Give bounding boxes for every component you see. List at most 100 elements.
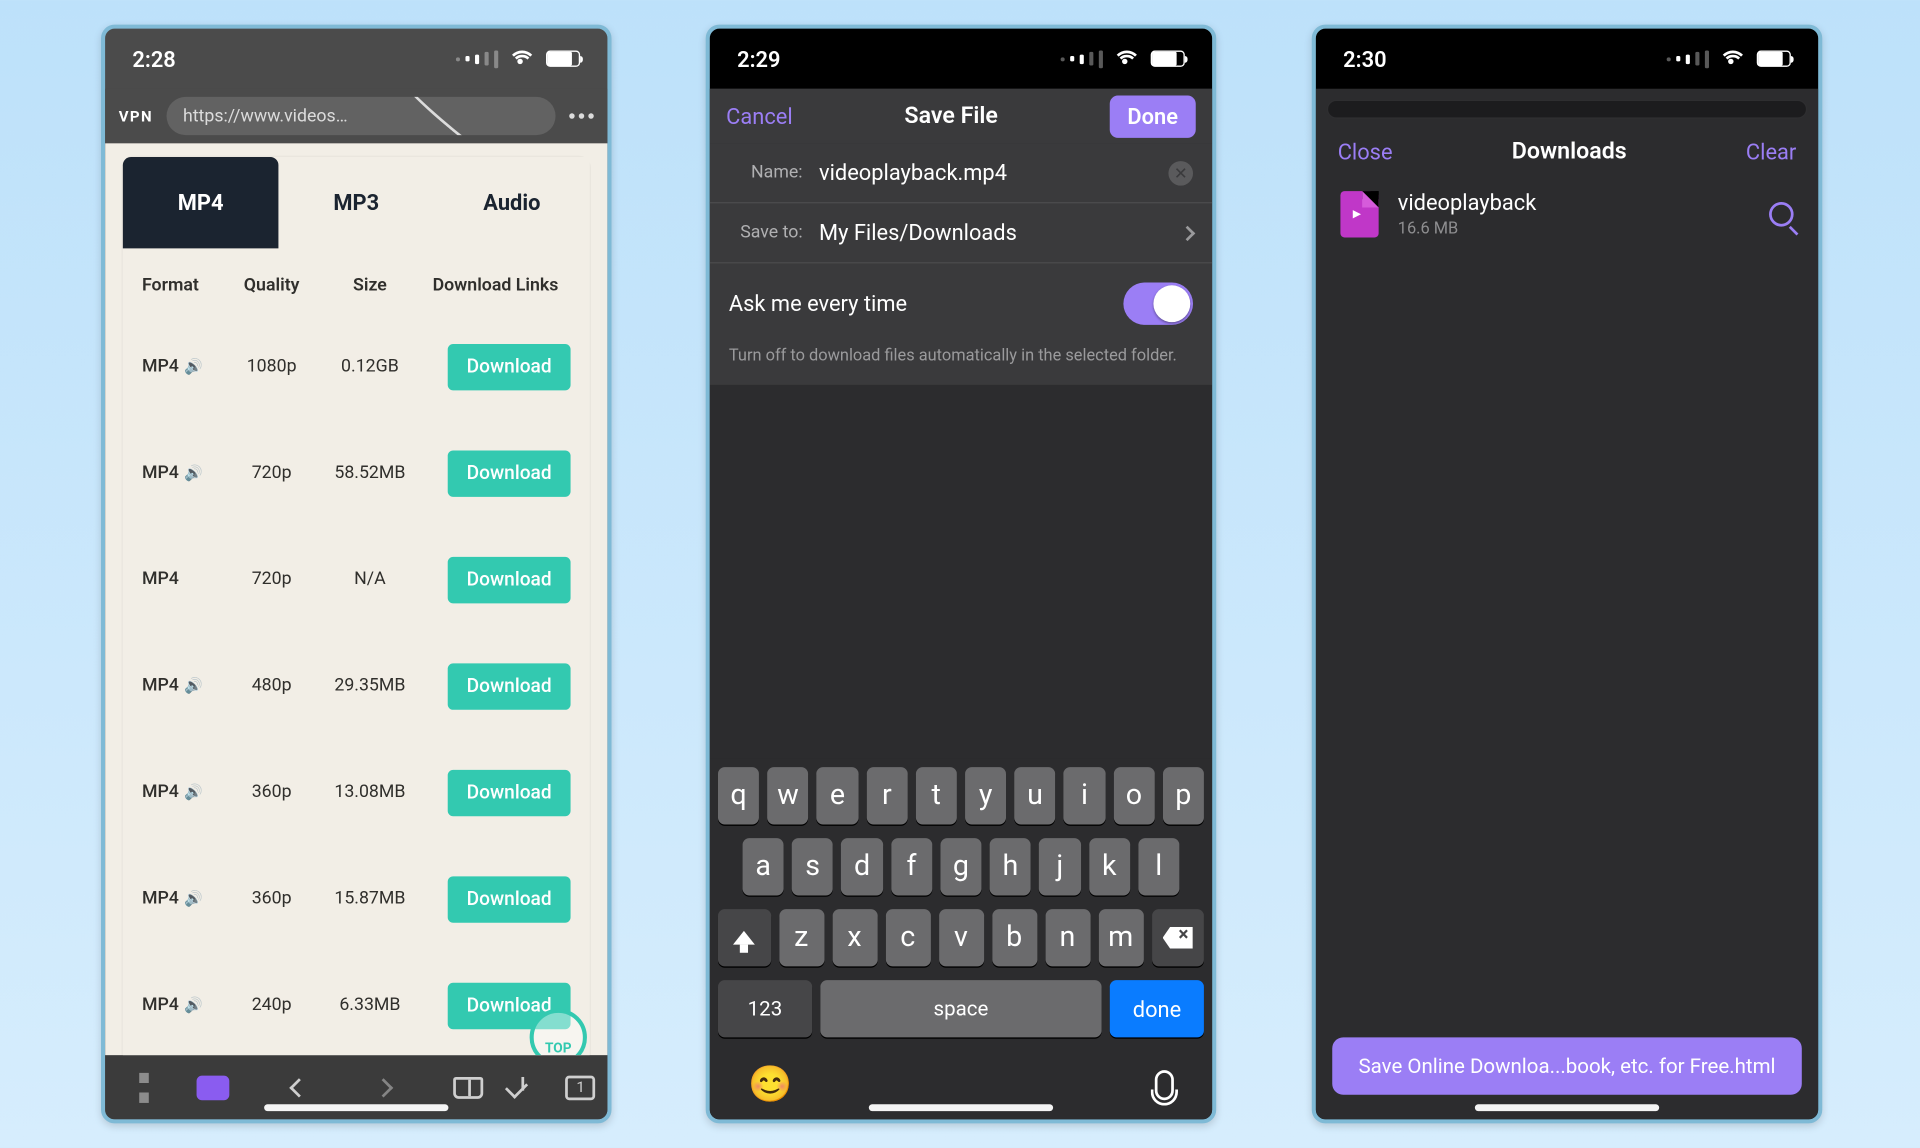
download-button[interactable]: Download [448, 663, 571, 709]
key-o[interactable]: o [1113, 767, 1154, 824]
back-button[interactable] [256, 1080, 341, 1094]
cell-format: MP4 🔊 [142, 676, 224, 696]
key-v[interactable]: v [938, 909, 983, 966]
keyboard-done-key[interactable]: done [1110, 980, 1204, 1037]
numbers-key[interactable]: 123 [718, 980, 812, 1037]
dictation-icon[interactable] [1155, 1070, 1174, 1100]
audio-icon: 🔊 [184, 464, 203, 482]
home-indicator[interactable] [264, 1104, 448, 1111]
cell-quality: 480p [224, 676, 320, 696]
save-file-form: Name: videoplayback.mp4 ✕ Save to: My Fi… [710, 143, 1212, 385]
url-field[interactable]: https://www.videosolo.com/onlin... [167, 97, 556, 135]
status-icons [1061, 50, 1185, 68]
tabs-count[interactable]: 1 [566, 1075, 596, 1100]
cell-format: MP4 🔊 [142, 356, 224, 376]
key-p[interactable]: p [1163, 767, 1204, 824]
key-h[interactable]: h [990, 838, 1031, 895]
key-f[interactable]: f [891, 838, 932, 895]
home-indicator[interactable] [869, 1104, 1053, 1111]
name-label: Name: [729, 162, 803, 182]
done-button[interactable]: Done [1110, 95, 1196, 137]
clear-name-icon[interactable]: ✕ [1168, 160, 1193, 185]
audio-icon: 🔊 [184, 996, 203, 1014]
reload-icon[interactable] [377, 97, 532, 135]
download-button[interactable]: Download [448, 450, 571, 496]
tab-audio[interactable]: Audio [434, 157, 590, 248]
vpn-badge[interactable]: VPN [119, 107, 153, 125]
save-file-navbar: Cancel Save File Done [710, 89, 1212, 144]
key-q[interactable]: q [718, 767, 759, 824]
status-bar: 2:29 [710, 29, 1212, 89]
cell-size: 29.35MB [319, 676, 420, 696]
key-s[interactable]: s [792, 838, 833, 895]
shift-key[interactable] [718, 909, 771, 966]
ask-toggle-switch[interactable] [1123, 283, 1193, 325]
battery-icon [1151, 51, 1185, 67]
key-w[interactable]: w [767, 767, 808, 824]
download-item[interactable]: videoplayback 16.6 MB [1316, 179, 1818, 249]
cancel-button[interactable]: Cancel [726, 103, 792, 129]
download-button[interactable]: Download [448, 876, 571, 922]
downloads-icon[interactable] [512, 1076, 534, 1098]
reader-icon[interactable] [454, 1076, 484, 1098]
tab-mp4[interactable]: MP4 [123, 157, 279, 248]
key-k[interactable]: k [1089, 838, 1130, 895]
tab-mp3[interactable]: MP3 [278, 157, 434, 248]
bookmarks-icon[interactable] [197, 1075, 230, 1100]
search-icon[interactable] [1769, 201, 1794, 226]
panel-icon[interactable] [139, 1072, 149, 1102]
emoji-key[interactable]: 😊 [748, 1065, 792, 1106]
key-a[interactable]: a [743, 838, 784, 895]
space-key[interactable]: space [820, 980, 1102, 1037]
key-l[interactable]: l [1138, 838, 1179, 895]
key-c[interactable]: c [885, 909, 930, 966]
audio-icon: 🔊 [184, 358, 203, 376]
key-x[interactable]: x [832, 909, 877, 966]
sheet-behind [1327, 100, 1807, 119]
key-b[interactable]: b [992, 909, 1037, 966]
key-m[interactable]: m [1098, 909, 1143, 966]
key-u[interactable]: u [1014, 767, 1055, 824]
status-icons [456, 50, 580, 68]
forward-button[interactable] [341, 1080, 426, 1094]
saveto-row[interactable]: Save to: My Files/Downloads [710, 202, 1212, 262]
key-r[interactable]: r [866, 767, 907, 824]
chevron-right-icon [1180, 225, 1195, 240]
download-button[interactable]: Download [448, 343, 571, 389]
close-button[interactable]: Close [1338, 139, 1393, 165]
downloads-navbar: Close Downloads Clear [1316, 119, 1818, 179]
key-y[interactable]: y [965, 767, 1006, 824]
key-d[interactable]: d [841, 838, 882, 895]
clear-button[interactable]: Clear [1746, 139, 1796, 165]
status-time: 2:28 [132, 46, 175, 72]
wifi-icon [1112, 51, 1135, 67]
key-g[interactable]: g [940, 838, 981, 895]
key-e[interactable]: e [817, 767, 858, 824]
ask-toggle-row: Ask me every time [710, 262, 1212, 344]
cell-format: MP4 🔊 [142, 995, 224, 1015]
audio-icon: 🔊 [184, 890, 203, 908]
status-bar: 2:28 [105, 29, 607, 89]
key-t[interactable]: t [916, 767, 957, 824]
col-links: Download Links [420, 273, 570, 300]
more-icon[interactable] [569, 113, 594, 118]
status-bar: 2:30 [1316, 29, 1818, 89]
download-button[interactable]: Download [448, 556, 571, 602]
download-toast[interactable]: Save Online Downloa...book, etc. for Fre… [1332, 1037, 1802, 1094]
table-row: MP4 🔊1080p0.12GBDownload [123, 313, 590, 419]
cell-size: 6.33MB [319, 995, 420, 1015]
col-format: Format [142, 273, 224, 300]
table-row: MP4 🔊480p29.35MB Download [123, 633, 590, 739]
key-j[interactable]: j [1039, 838, 1080, 895]
name-field[interactable]: videoplayback.mp4 [819, 160, 1152, 186]
key-n[interactable]: n [1045, 909, 1090, 966]
home-indicator[interactable] [1475, 1104, 1659, 1111]
key-z[interactable]: z [779, 909, 824, 966]
download-button[interactable]: Download [448, 769, 571, 815]
page-content: MP4 MP3 Audio Format Quality Size Downlo… [105, 143, 607, 1055]
cell-size: 15.87MB [319, 889, 420, 909]
backspace-key[interactable] [1151, 909, 1204, 966]
table-row: MP4 🔊240p6.33MBDownload [123, 952, 590, 1055]
saveto-value: My Files/Downloads [819, 220, 1166, 246]
key-i[interactable]: i [1064, 767, 1105, 824]
